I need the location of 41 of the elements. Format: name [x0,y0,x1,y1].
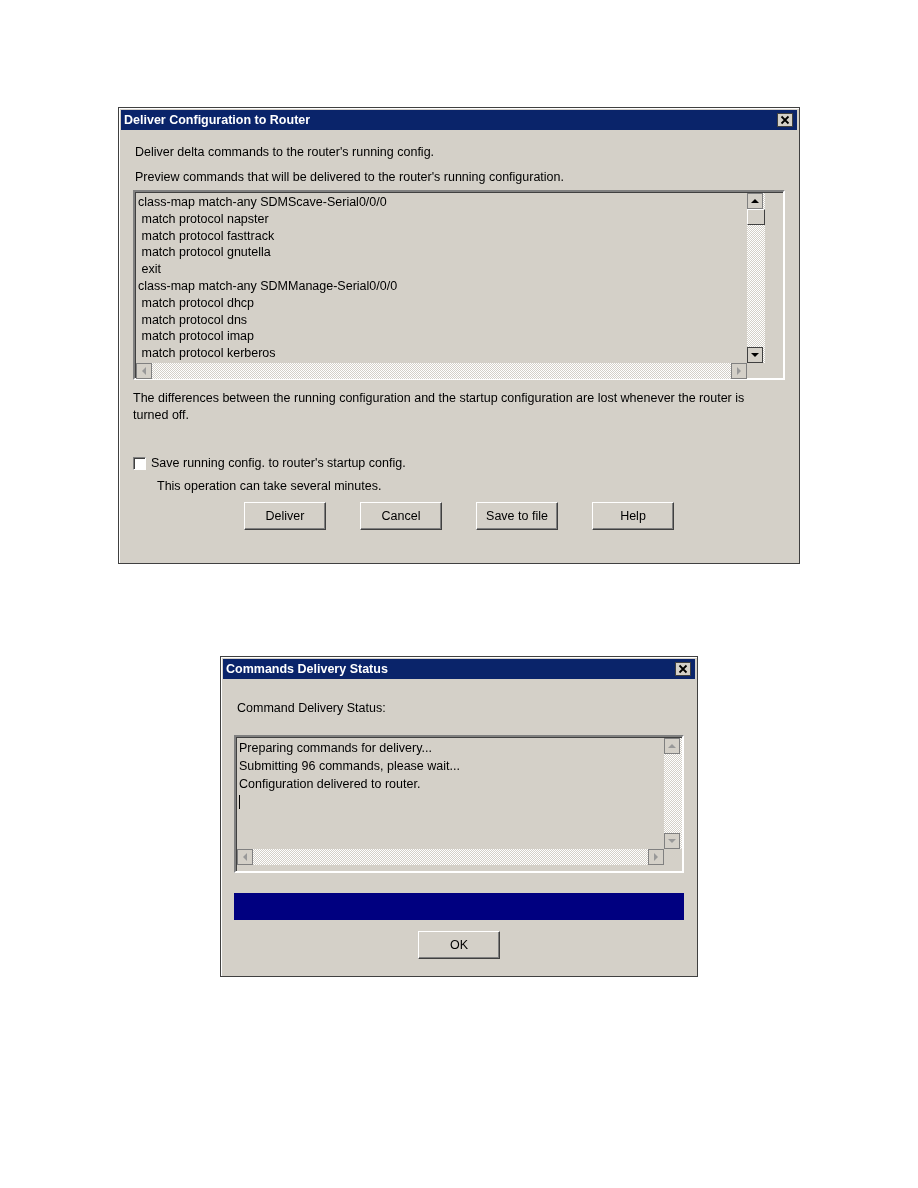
log-line: Configuration delivered to router. [239,776,422,793]
intro-text: Deliver delta commands to the router's running config. [134,145,436,159]
warning-text: The differences between the running configuration and the startup configuration are lost whenever the router is turned off. [133,390,746,424]
status-log-box[interactable]: Preparing commands for delivery... Submitting 96 commands, please wait... Configuration delivered to router. [234,735,684,873]
close-icon[interactable] [675,662,691,676]
scroll-thumb[interactable] [747,209,765,225]
command-line: match protocol imap [140,328,256,346]
command-preview-box[interactable] [133,190,785,380]
command-line: match protocol kerberos [140,345,277,362]
command-line: match protocol dns [140,311,249,329]
window-title: Commands Delivery Status [226,662,388,676]
scroll-right-icon[interactable] [648,849,664,865]
log-line: Preparing commands for delivery... [239,740,433,757]
window-title: Deliver Configuration to Router [124,113,311,127]
command-line: class-map match-any SDMScave-Serial0/0/0 [138,194,388,211]
preview-label: Preview commands that will be delivered to the router's running configuration. [134,170,565,184]
horizontal-scrollbar[interactable] [237,849,664,865]
scroll-up-icon[interactable] [747,193,763,209]
horizontal-scrollbar[interactable] [136,363,747,379]
dialog-button[interactable]: Deliver [244,502,326,530]
command-line: match protocol gnutella [140,244,272,262]
command-line: class-map match-any SDMManage-Serial0/0/0 [138,278,399,295]
scroll-left-icon[interactable] [136,363,152,379]
text-cursor [239,795,240,809]
save-checkbox[interactable] [133,456,146,470]
scroll-left-icon[interactable] [237,849,253,865]
scroll-down-icon[interactable] [747,347,763,363]
ok-button[interactable]: OK [418,931,500,959]
dialog-button[interactable]: Save to file [476,502,558,530]
vertical-scrollbar[interactable] [747,193,765,363]
dialog-button[interactable]: Cancel [360,502,442,530]
command-line: match protocol fasttrack [140,227,276,245]
close-icon[interactable] [777,113,793,127]
command-line: exit [140,261,162,278]
note-text: This operation can take several minutes. [156,479,383,493]
command-line: match protocol napster [140,210,270,228]
log-line: Submitting 96 commands, please wait... [239,758,461,775]
checkbox-label: Save running config. to router's startup config. [151,456,406,470]
command-line: match protocol dhcp [140,294,256,312]
status-label: Command Delivery Status: [236,701,387,715]
dialog-button[interactable]: Help [592,502,674,530]
